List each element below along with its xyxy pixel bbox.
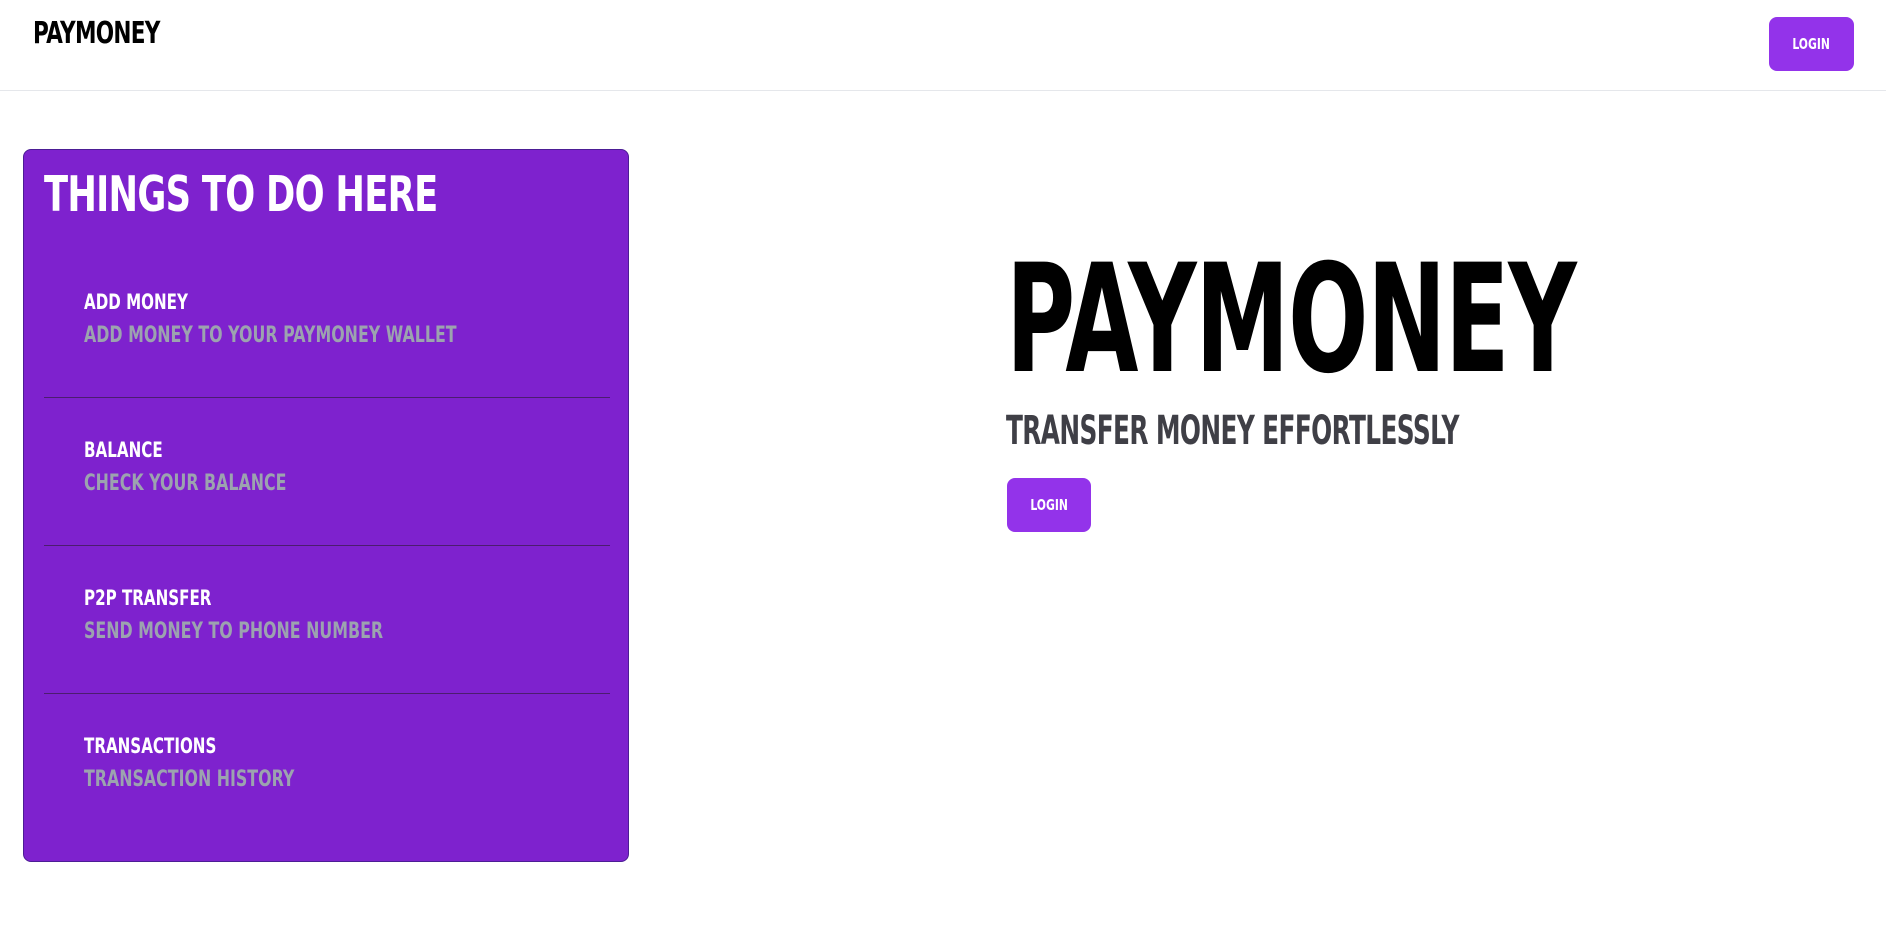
features-panel: THINGS TO DO HERE ADD MONEY ADD MONEY TO… <box>23 149 629 862</box>
feature-item-title: ADD MONEY <box>84 290 188 314</box>
feature-item-balance[interactable]: BALANCE CHECK YOUR BALANCE <box>44 398 610 546</box>
hero-login-label: LOGIN <box>1030 496 1068 514</box>
feature-item-p2p-transfer[interactable]: P2P TRANSFER SEND MONEY TO PHONE NUMBER <box>44 546 610 694</box>
feature-item-title: BALANCE <box>84 438 163 462</box>
brand-logo[interactable]: PAYMONEY <box>33 16 160 51</box>
feature-item-description: TRANSACTION HISTORY <box>84 767 295 792</box>
feature-item-description: SEND MONEY TO PHONE NUMBER <box>84 619 384 644</box>
feature-item-description: ADD MONEY TO YOUR PAYMONEY WALLET <box>84 323 457 348</box>
hero-login-button[interactable]: LOGIN <box>1007 478 1091 532</box>
navbar-login-label: LOGIN <box>1792 35 1831 53</box>
feature-item-transactions[interactable]: TRANSACTIONS TRANSACTION HISTORY <box>44 694 610 842</box>
feature-item-title: P2P TRANSFER <box>84 586 212 610</box>
navbar-login-button[interactable]: LOGIN <box>1769 17 1854 71</box>
feature-item-description: CHECK YOUR BALANCE <box>84 471 287 496</box>
feature-item-add-money[interactable]: ADD MONEY ADD MONEY TO YOUR PAYMONEY WAL… <box>44 250 610 398</box>
hero-title: PAYMONEY <box>1006 233 1577 407</box>
features-title: THINGS TO DO HERE <box>44 166 438 223</box>
hero-subtitle: TRANSFER MONEY EFFORTLESSLY <box>1006 408 1459 454</box>
navbar: PAYMONEY LOGIN <box>0 0 1886 91</box>
feature-item-title: TRANSACTIONS <box>84 734 217 758</box>
